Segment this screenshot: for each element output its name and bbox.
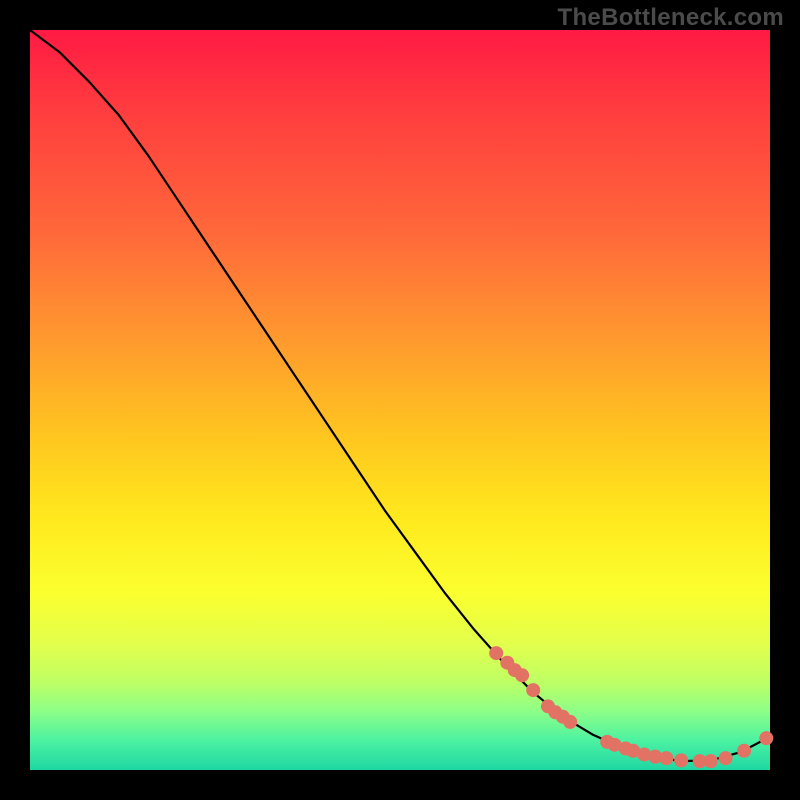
highlighted-dot xyxy=(563,715,577,729)
highlighted-dot xyxy=(737,744,751,758)
bottleneck-curve xyxy=(30,30,770,761)
highlighted-dot xyxy=(515,668,529,682)
highlighted-dot xyxy=(759,731,773,745)
chart-overlay-svg xyxy=(30,30,770,770)
watermark-text: TheBottleneck.com xyxy=(558,4,784,32)
highlighted-dot xyxy=(526,683,540,697)
highlighted-dot xyxy=(719,751,733,765)
highlighted-dot xyxy=(489,646,503,660)
highlighted-dot xyxy=(704,754,718,768)
chart-frame: TheBottleneck.com xyxy=(0,0,800,800)
highlighted-dot xyxy=(674,753,688,767)
highlighted-dots-group xyxy=(489,646,773,768)
highlighted-dot xyxy=(659,751,673,765)
